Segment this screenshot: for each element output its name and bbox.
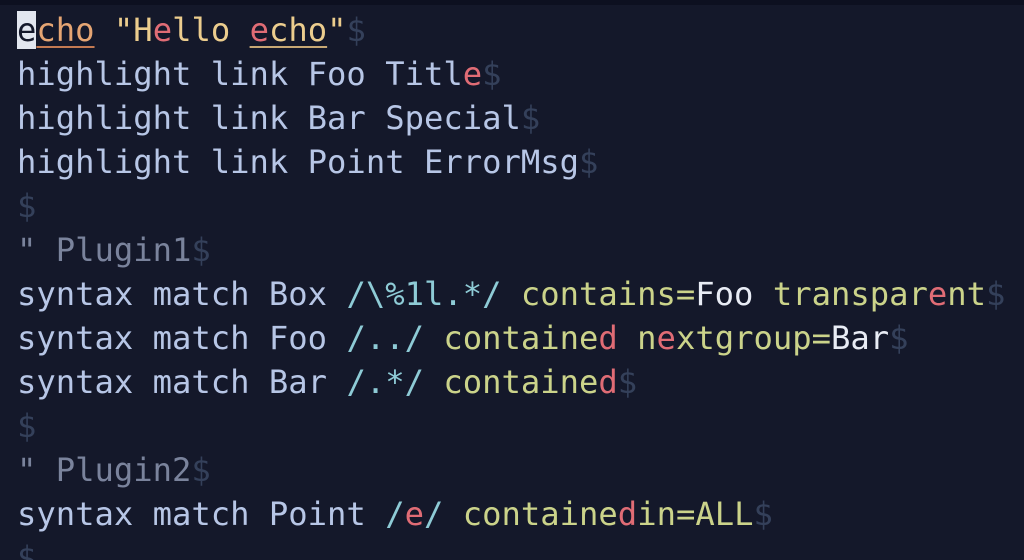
text-segment: xtgroup= bbox=[675, 319, 831, 357]
text-segment: " Plugin1 bbox=[17, 231, 192, 269]
text-segment: Bar bbox=[830, 319, 890, 357]
text-segment: containe bbox=[462, 495, 618, 533]
buffer-line[interactable]: syntax match Point /e/ containedin=ALL$ bbox=[17, 492, 1005, 536]
text-segment bbox=[501, 275, 520, 313]
text-segment: / bbox=[423, 495, 444, 533]
text-segment: cho bbox=[268, 11, 328, 49]
text-segment: /.*/ bbox=[346, 363, 424, 401]
text-segment: " bbox=[327, 11, 347, 49]
eol-marker: $ bbox=[346, 11, 366, 49]
buffer-line[interactable]: $ bbox=[17, 404, 1005, 448]
eol-marker: $ bbox=[753, 495, 773, 533]
buffer-text-area[interactable]: echo "Hello echo"$ highlight link Foo Tit… bbox=[17, 8, 1005, 560]
text-segment bbox=[618, 319, 637, 357]
text-segment: transpar bbox=[772, 275, 928, 313]
text-segment: e bbox=[927, 275, 948, 313]
eol-marker: $ bbox=[578, 143, 599, 181]
text-segment bbox=[753, 275, 772, 313]
text-segment: e bbox=[404, 495, 424, 533]
buffer-line[interactable]: syntax match Foo /../ contained nextgrou… bbox=[17, 316, 1005, 360]
text-segment: contains= bbox=[520, 275, 696, 313]
text-segment: e bbox=[656, 319, 676, 357]
buffer-line[interactable]: $ bbox=[17, 536, 1005, 560]
eol-marker: $ bbox=[17, 407, 37, 445]
text-segment: highlight link Foo Titl bbox=[17, 55, 463, 93]
text-segment: in=ALL bbox=[637, 495, 754, 533]
eol-marker: $ bbox=[889, 319, 909, 357]
text-segment bbox=[424, 363, 443, 401]
text-segment: highlight link Point ErrorMsg bbox=[17, 143, 579, 181]
eol-marker: $ bbox=[191, 231, 211, 269]
text-segment: nt bbox=[947, 275, 986, 313]
buffer-line[interactable]: highlight link Foo Title$ bbox=[17, 52, 1005, 96]
buffer-line[interactable]: " Plugin2$ bbox=[17, 448, 1005, 492]
text-segment: syntax match Point bbox=[17, 495, 386, 533]
text-segment: n bbox=[637, 319, 657, 357]
buffer-line[interactable]: syntax match Box /\%1l.*/ contains=Foo t… bbox=[17, 272, 1005, 316]
buffer-line[interactable]: $ bbox=[17, 184, 1005, 228]
text-segment: syntax match Bar bbox=[17, 363, 347, 401]
text-segment: /\%1l.*/ bbox=[346, 275, 502, 313]
text-segment: syntax match Foo bbox=[17, 319, 347, 357]
text-segment: d bbox=[617, 495, 638, 533]
buffer-line[interactable]: highlight link Bar Special$ bbox=[17, 96, 1005, 140]
text-segment: / bbox=[385, 495, 405, 533]
text-segment bbox=[95, 11, 114, 49]
text-segment bbox=[424, 319, 443, 357]
text-segment: " Plugin2 bbox=[17, 451, 192, 489]
text-segment: d bbox=[598, 363, 618, 401]
text-segment: syntax match Box bbox=[17, 275, 347, 313]
text-segment: highlight link Bar Special bbox=[17, 99, 521, 137]
text-segment: containe bbox=[443, 363, 599, 401]
text-segment: containe bbox=[443, 319, 599, 357]
text-segment: llo bbox=[172, 11, 250, 49]
eol-marker: $ bbox=[17, 539, 37, 560]
eol-marker: $ bbox=[986, 275, 1006, 313]
buffer-line[interactable]: echo "Hello echo"$ bbox=[17, 8, 1005, 52]
eol-marker: $ bbox=[520, 99, 541, 137]
vim-editor[interactable]: echo "Hello echo"$ highlight link Foo Tit… bbox=[0, 0, 1024, 560]
text-segment: d bbox=[598, 319, 618, 357]
eol-marker: $ bbox=[617, 363, 638, 401]
buffer-line[interactable]: " Plugin1$ bbox=[17, 228, 1005, 272]
text-segment: Foo bbox=[695, 275, 754, 313]
text-segment: e bbox=[249, 11, 269, 49]
text-segment: e bbox=[462, 55, 483, 93]
text-segment: /../ bbox=[346, 319, 424, 357]
text-segment: cho bbox=[36, 11, 95, 49]
buffer-line[interactable]: syntax match Bar /.*/ contained$ bbox=[17, 360, 1005, 404]
text-segment: "H bbox=[113, 11, 153, 49]
buffer-line[interactable]: highlight link Point ErrorMsg$ bbox=[17, 140, 1005, 184]
text-segment bbox=[443, 495, 462, 533]
text-segment: e bbox=[152, 11, 173, 49]
eol-marker: $ bbox=[191, 451, 211, 489]
eol-marker: $ bbox=[17, 187, 37, 225]
cursor: e bbox=[17, 11, 37, 49]
eol-marker: $ bbox=[482, 55, 502, 93]
window-top-bar bbox=[0, 0, 1024, 5]
